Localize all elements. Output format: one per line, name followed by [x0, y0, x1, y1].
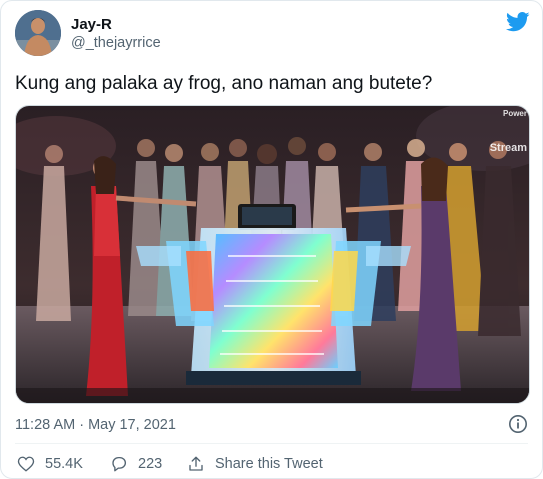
share-label: Share this Tweet: [215, 456, 323, 472]
divider: [15, 443, 528, 444]
tweet-timestamp[interactable]: 11:28 AM · May 17, 2021: [15, 415, 176, 435]
reply-bubble-icon: [112, 456, 127, 472]
share-arrow-icon: [189, 456, 203, 471]
display-name[interactable]: Jay-R: [71, 15, 161, 34]
tweet-card: Jay-R @_thejayrrice Kung ang palaka ay f…: [0, 0, 543, 479]
reply-count: 223: [138, 456, 163, 472]
info-icon[interactable]: [508, 414, 528, 434]
heart-icon: [17, 456, 35, 472]
user-names: Jay-R @_thejayrrice: [71, 15, 161, 53]
like-count: 55.4K: [45, 456, 83, 472]
avatar[interactable]: [15, 10, 61, 56]
broadcast-overlay-power: Power: [502, 109, 527, 118]
pageant-photo: [16, 106, 529, 403]
tweet-actions: 55.4K 223 Share this Tweet: [15, 454, 530, 474]
twitter-bird-icon[interactable]: [506, 12, 530, 32]
avatar-image: [15, 10, 61, 56]
broadcast-overlay-stream: Stream: [489, 142, 527, 154]
tweet-text: Kung ang palaka ay frog, ano naman ang b…: [15, 73, 433, 94]
like-button[interactable]: 55.4K: [17, 454, 83, 474]
tweet-media[interactable]: Power Stream: [15, 105, 530, 404]
share-button[interactable]: Share this Tweet: [187, 454, 323, 474]
tweet-header: Jay-R @_thejayrrice: [15, 10, 530, 58]
user-handle[interactable]: @_thejayrrice: [71, 34, 161, 53]
reply-button[interactable]: 223: [110, 454, 162, 474]
